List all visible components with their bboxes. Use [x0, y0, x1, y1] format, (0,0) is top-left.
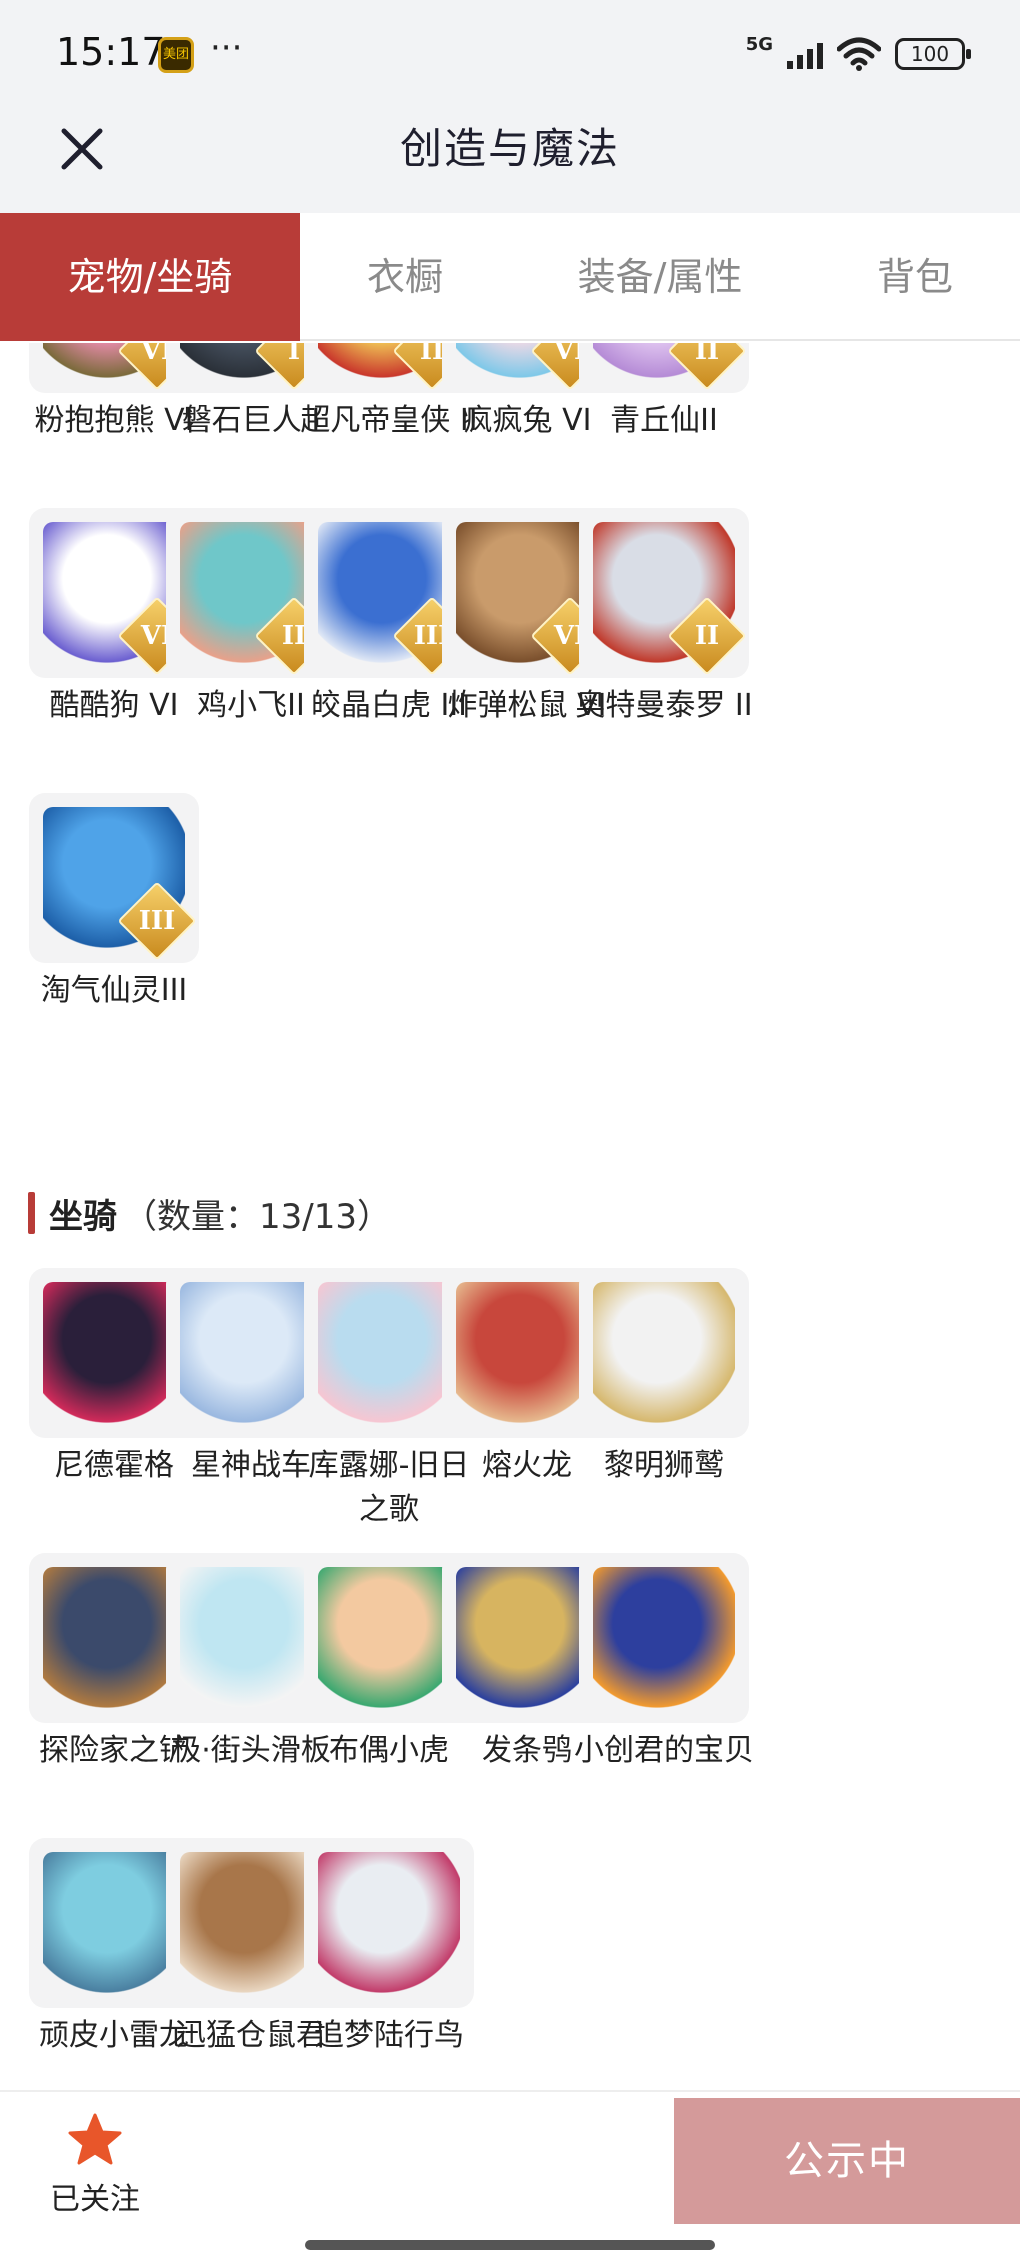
nav-bar: 创造与魔法 — [0, 105, 1020, 213]
section-title: 坐骑 — [49, 1196, 117, 1237]
mount-image — [318, 1852, 460, 1994]
tab-backpack[interactable]: 背包 — [810, 213, 1020, 341]
pet-item[interactable]: II 青丘仙II — [565, 343, 763, 443]
mount-thumbnail — [304, 1838, 474, 2008]
mount-item[interactable]: 小创君的宝贝 — [565, 1553, 763, 1773]
mount-item[interactable]: 追梦陆行鸟 — [290, 1838, 488, 2058]
tab-bar: 宠物/坐骑 衣橱 装备/属性 背包 — [0, 213, 1020, 341]
status-bar: 15:17 美团 ··· 5G 100 — [0, 0, 1020, 105]
pet-thumbnail: III — [29, 793, 199, 963]
tier-badge-label: II — [694, 621, 720, 651]
section-count: （数量：13/13） — [123, 1196, 391, 1237]
pet-name: 奥特曼泰罗 II — [575, 688, 753, 723]
mount-image — [593, 1282, 735, 1424]
publish-status-button[interactable]: 公示中 — [674, 2098, 1020, 2224]
tab-wardrobe[interactable]: 衣橱 — [300, 213, 510, 341]
follow-label: 已关注 — [50, 2182, 140, 2217]
tab-equipment-attributes[interactable]: 装备/属性 — [510, 213, 810, 341]
mount-name: 追梦陆行鸟 — [314, 2018, 464, 2053]
follow-button[interactable]: 已关注 — [40, 2112, 150, 2218]
mount-name: 黎明狮鹫 — [604, 1448, 724, 1483]
mount-image — [593, 1567, 735, 1709]
pet-item[interactable]: III 淘气仙灵III — [15, 793, 213, 1013]
tab-pets-mounts[interactable]: 宠物/坐骑 — [0, 213, 300, 341]
pet-item[interactable]: II 奥特曼泰罗 II — [565, 508, 763, 728]
status-time: 15:17 — [56, 30, 166, 74]
battery-icon: 100 — [895, 38, 971, 70]
network-type: 5G — [745, 33, 773, 55]
mount-item[interactable]: 黎明狮鹫 — [565, 1268, 763, 1488]
pet-thumbnail: II — [579, 343, 749, 393]
pet-name: 淘气仙灵III — [40, 973, 188, 1008]
content-area[interactable]: VI 粉抱抱熊 VI I 磐石巨人 I II 超凡帝皇侠 II VI 疯疯兔 VI II 青丘仙I… — [0, 343, 1020, 2090]
mounts-section-header: 坐骑 （数量：13/13） — [28, 1183, 391, 1243]
star-icon — [68, 2113, 122, 2165]
pet-name: 青丘仙II — [610, 403, 718, 438]
meituan-app-icon: 美团 — [158, 37, 194, 73]
signal-icon — [787, 39, 823, 69]
more-notifications-icon: ··· — [210, 28, 243, 68]
mount-name: 小创君的宝贝 — [574, 1733, 754, 1768]
home-indicator — [305, 2240, 715, 2250]
section-accent-bar — [28, 1192, 35, 1234]
mount-thumbnail — [579, 1553, 749, 1723]
wifi-icon — [837, 37, 881, 71]
pet-thumbnail: II — [579, 508, 749, 678]
mount-thumbnail — [579, 1268, 749, 1438]
tier-badge-label: III — [138, 906, 176, 936]
page-title: 创造与魔法 — [399, 124, 620, 173]
tier-badge-label: II — [694, 343, 720, 366]
